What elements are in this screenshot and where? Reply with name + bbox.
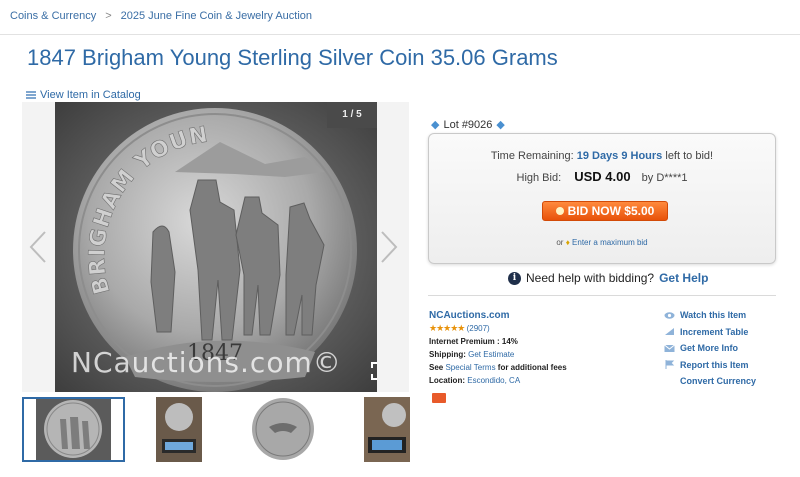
time-remaining-label: Time Remaining: <box>490 150 574 162</box>
main-photo[interactable]: BRIGHAM YOUNG 1847 1 / 5 NCauctions.com© <box>55 102 377 392</box>
thumbnail-4[interactable] <box>364 397 410 462</box>
increment-table-link[interactable]: Increment Table <box>664 324 756 341</box>
section-divider <box>428 295 776 296</box>
bid-panel: Time Remaining: 19 Days 9 Hours left to … <box>428 133 776 264</box>
watch-item-link[interactable]: Watch this Item <box>664 307 756 324</box>
get-more-info-link[interactable]: Get More Info <box>664 340 756 357</box>
list-icon <box>26 91 36 99</box>
breadcrumb: Coins & Currency >2025 June Fine Coin & J… <box>10 10 312 22</box>
seller-name-link[interactable]: NCAuctions.com <box>429 310 510 321</box>
high-bid-row: High Bid: USD 4.00 by D****1 <box>429 169 775 184</box>
expand-icon[interactable] <box>371 362 377 380</box>
tag-icon: ♦ <box>565 238 570 247</box>
lot-number: Lot #9026 <box>443 118 493 131</box>
watch-item-label: Watch this Item <box>680 310 747 321</box>
high-bid-label: High Bid: <box>516 172 562 184</box>
view-in-catalog-link[interactable]: View Item in Catalog <box>26 89 141 101</box>
view-in-catalog-label: View Item in Catalog <box>40 89 141 101</box>
bid-now-button[interactable]: BID NOW $5.00 <box>542 201 668 221</box>
enter-max-bid-link[interactable]: Enter a maximum bid <box>572 238 648 247</box>
location-value: Escondido, CA <box>467 376 521 385</box>
seller-badge-icon <box>432 393 446 403</box>
breadcrumb-coins-currency[interactable]: Coins & Currency <box>10 10 96 22</box>
info-icon: i <box>508 271 521 285</box>
bidding-help: i Need help with bidding? Get Help <box>508 271 708 285</box>
internet-premium: Internet Premium : 14% <box>429 337 518 346</box>
thumbnail-strip <box>22 397 410 462</box>
terms-suffix: for additional fees <box>497 363 567 372</box>
image-counter: 1 / 5 <box>327 102 377 128</box>
flag-icon <box>665 360 675 370</box>
get-more-info-label: Get More Info <box>680 343 738 354</box>
item-actions: Watch this Item Increment Table Get More… <box>664 307 756 390</box>
thumbnail-2[interactable] <box>156 397 202 462</box>
chevron-left-icon[interactable] <box>28 230 48 264</box>
image-viewer: BRIGHAM YOUNG 1847 1 / 5 NCauctions.com© <box>22 102 409 392</box>
shipping-label: Shipping: <box>429 350 466 359</box>
rating-stars-icon: ★★★★★ <box>429 323 465 333</box>
breadcrumb-separator: > <box>105 10 112 22</box>
top-divider <box>0 34 800 35</box>
thumbnail-3[interactable] <box>251 397 315 462</box>
convert-currency-link[interactable]: Convert Currency <box>664 373 756 390</box>
thumbnail-1[interactable] <box>22 397 125 462</box>
seller-info: NCAuctions.com ★★★★★ (2907) Internet Pre… <box>429 309 567 387</box>
rating-count-link[interactable]: (2907) <box>467 324 490 333</box>
eye-icon <box>664 312 675 319</box>
max-bid-row: or ♦ Enter a maximum bid <box>429 238 775 247</box>
breadcrumb-auction[interactable]: 2025 June Fine Coin & Jewelry Auction <box>121 10 312 22</box>
convert-currency-label: Convert Currency <box>680 376 757 387</box>
bid-icon <box>555 207 564 215</box>
high-bidder: by D****1 <box>641 172 688 184</box>
chart-icon <box>665 328 674 336</box>
max-bid-prefix: or <box>556 238 564 247</box>
increment-table-label: Increment Table <box>680 326 749 337</box>
location-label: Location: <box>429 376 465 385</box>
next-lot-icon[interactable]: ◆ <box>496 118 504 131</box>
bid-now-label: BID NOW $5.00 <box>567 204 655 218</box>
watermark: NCauctions.com© <box>71 346 342 379</box>
mail-icon <box>664 344 675 352</box>
time-remaining-suffix: left to bid! <box>665 150 714 162</box>
report-item-link[interactable]: Report this Item <box>664 357 756 374</box>
report-item-label: Report this Item <box>680 359 749 370</box>
page-title: 1847 Brigham Young Sterling Silver Coin … <box>27 45 558 70</box>
terms-prefix: See <box>429 363 444 372</box>
time-remaining-value: 19 Days 9 Hours <box>576 150 663 162</box>
high-bid-amount: USD 4.00 <box>574 169 631 184</box>
special-terms-link[interactable]: Special Terms <box>445 363 495 372</box>
lot-navigation: ◆ Lot #9026 ◆ <box>431 118 505 132</box>
time-remaining-row: Time Remaining: 19 Days 9 Hours left to … <box>429 150 775 162</box>
previous-lot-icon[interactable]: ◆ <box>431 118 439 131</box>
currency-icon-placeholder <box>664 377 675 386</box>
chevron-right-icon[interactable] <box>379 230 399 264</box>
shipping-estimate-link[interactable]: Get Estimate <box>468 350 514 359</box>
get-help-link[interactable]: Get Help <box>659 271 708 285</box>
help-text: Need help with bidding? <box>526 271 655 285</box>
